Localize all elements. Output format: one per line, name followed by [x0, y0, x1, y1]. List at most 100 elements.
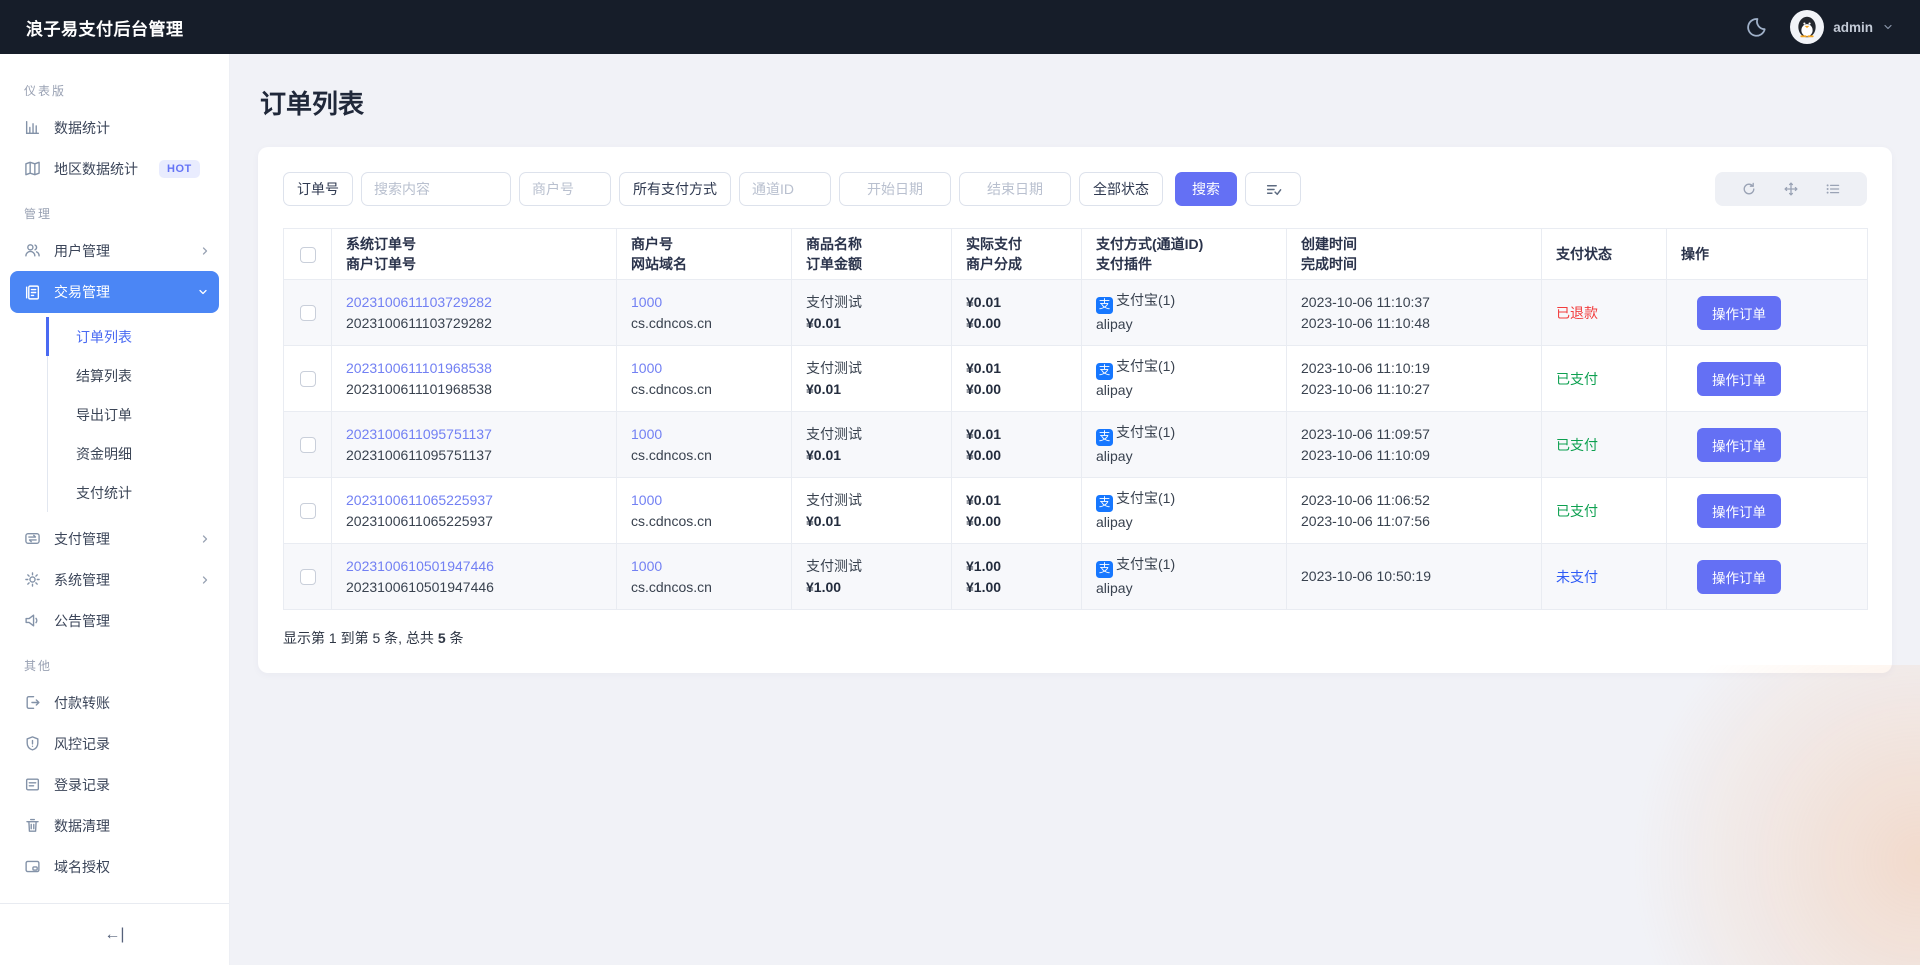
sidebar-item-payment-stats[interactable]: 支付统计 — [48, 473, 229, 512]
order-amount: ¥0.01 — [806, 446, 842, 463]
dark-mode-toggle[interactable] — [1746, 16, 1768, 38]
sidebar-item-label: 地区数据统计 — [54, 160, 138, 177]
sidebar-item-settlement-list[interactable]: 结算列表 — [48, 356, 229, 395]
filter-check-icon — [1265, 181, 1282, 198]
invoice-icon — [24, 284, 41, 301]
mch-order: 2023100611095751137 — [346, 446, 492, 463]
created-time: 2023-10-06 11:10:37 — [1301, 293, 1430, 310]
sidebar-item-data-stats[interactable]: 数据统计 — [0, 107, 229, 148]
sidebar-item-region-stats[interactable]: 地区数据统计 HOT — [0, 148, 229, 189]
sys-order-link[interactable]: 2023100611101968538 — [346, 358, 602, 379]
start-date-input[interactable] — [839, 172, 951, 206]
merchant-share: ¥0.00 — [966, 446, 1002, 463]
merchant-share: ¥0.00 — [966, 314, 1002, 331]
section-label-other: 其他 — [24, 659, 53, 673]
sidebar-item-login-records[interactable]: 登录记录 — [0, 764, 229, 805]
select-all-checkbox[interactable] — [299, 246, 316, 263]
table-row: 2023100611095751137 2023100611095751137 1… — [283, 411, 1868, 478]
row-checkbox[interactable] — [299, 437, 316, 454]
merchant-link[interactable]: 1000 — [631, 424, 777, 445]
search-input[interactable] — [361, 172, 511, 206]
order-field-select[interactable]: 订单号 — [283, 172, 353, 206]
merchant-link[interactable]: 1000 — [631, 358, 777, 379]
sidebar-item-label: 风控记录 — [54, 735, 110, 752]
sidebar: 仪表版 数据统计 地区数据统计 HOT 管理 用户管理 交易管理 订单列表 结算… — [0, 54, 230, 965]
collapse-icon: ←| — [104, 925, 125, 943]
hot-badge: HOT — [159, 159, 200, 178]
sidebar-item-transaction-management[interactable]: 交易管理 — [10, 271, 219, 313]
sidebar-item-payout-transfer[interactable]: 付款转账 — [0, 682, 229, 723]
pay-method: 支付宝(1) — [1116, 556, 1176, 572]
finished-time: 2023-10-06 11:10:48 — [1301, 314, 1430, 331]
pay-method: 支付宝(1) — [1116, 358, 1176, 374]
trash-icon — [24, 817, 41, 834]
mch-order: 2023100611103729282 — [346, 314, 492, 331]
fullscreen-button[interactable] — [1783, 181, 1799, 197]
status-badge: 已退款 — [1556, 304, 1598, 321]
merchant-link[interactable]: 1000 — [631, 292, 777, 313]
merchant-link[interactable]: 1000 — [631, 556, 777, 577]
sys-order-link[interactable]: 2023100611065225937 — [346, 490, 602, 511]
user-menu[interactable]: admin — [1790, 10, 1894, 44]
pay-method-select[interactable]: 所有支付方式 — [619, 172, 731, 206]
product-name: 支付测试 — [806, 293, 862, 310]
sys-order-link[interactable]: 2023100610501947446 — [346, 556, 602, 577]
columns-button[interactable] — [1825, 181, 1841, 197]
order-action-button[interactable]: 操作订单 — [1697, 427, 1781, 462]
column-header: 操作 — [1681, 246, 1709, 262]
sidebar-item-export-orders[interactable]: 导出订单 — [48, 395, 229, 434]
table-row: 2023100611103729282 2023100611103729282 1… — [283, 279, 1868, 346]
merchant-input[interactable] — [519, 172, 611, 206]
sidebar-item-user-management[interactable]: 用户管理 — [0, 230, 229, 271]
username: admin — [1833, 19, 1873, 35]
merchant-share: ¥0.00 — [966, 512, 1002, 529]
status-select[interactable]: 全部状态 — [1079, 172, 1163, 206]
order-action-button[interactable]: 操作订单 — [1697, 493, 1781, 528]
product-name: 支付测试 — [806, 359, 862, 376]
site-domain: cs.cdncos.cn — [631, 578, 712, 595]
pay-method: 支付宝(1) — [1116, 292, 1176, 308]
alipay-icon: 支 — [1096, 561, 1113, 578]
sidebar-item-domain-authorization[interactable]: 域名授权 — [0, 846, 229, 887]
sys-order-link[interactable]: 2023100611103729282 — [346, 292, 602, 313]
sidebar-item-label: 数据清理 — [54, 817, 110, 834]
sidebar-item-label: 公告管理 — [54, 612, 110, 629]
sidebar-item-order-list[interactable]: 订单列表 — [46, 317, 229, 356]
section-label-dashboard: 仪表版 — [24, 84, 67, 98]
sidebar-collapse-button[interactable]: ←| — [0, 903, 229, 965]
refresh-button[interactable] — [1741, 181, 1757, 197]
status-badge: 已支付 — [1556, 436, 1598, 453]
speaker-icon — [24, 612, 41, 629]
order-action-button[interactable]: 操作订单 — [1697, 361, 1781, 396]
row-checkbox[interactable] — [299, 305, 316, 322]
sidebar-item-announcement-management[interactable]: 公告管理 — [0, 600, 229, 641]
merchant-link[interactable]: 1000 — [631, 490, 777, 511]
product-name: 支付测试 — [806, 425, 862, 442]
channel-input[interactable] — [739, 172, 831, 206]
sidebar-item-system-management[interactable]: 系统管理 — [0, 559, 229, 600]
move-icon — [1783, 181, 1799, 197]
created-time: 2023-10-06 11:06:52 — [1301, 491, 1430, 508]
sys-order-link[interactable]: 2023100611095751137 — [346, 424, 602, 445]
column-header: 实际支付 — [966, 236, 1022, 252]
order-action-button[interactable]: 操作订单 — [1697, 559, 1781, 594]
sidebar-item-payment-management[interactable]: 支付管理 — [0, 518, 229, 559]
order-action-button[interactable]: 操作订单 — [1697, 295, 1781, 330]
orders-card: 订单号 所有支付方式 全部状态 搜索 — [258, 147, 1892, 673]
product-name: 支付测试 — [806, 557, 862, 574]
sidebar-item-risk-records[interactable]: 风控记录 — [0, 723, 229, 764]
row-checkbox[interactable] — [299, 371, 316, 388]
search-button[interactable]: 搜索 — [1175, 172, 1237, 206]
transaction-submenu: 订单列表 结算列表 导出订单 资金明细 支付统计 — [46, 317, 229, 512]
order-amount: ¥1.00 — [806, 578, 842, 595]
pay-plugin: alipay — [1096, 382, 1133, 398]
bar-chart-icon — [24, 119, 41, 136]
row-checkbox[interactable] — [299, 569, 316, 586]
sidebar-item-data-cleanup[interactable]: 数据清理 — [0, 805, 229, 846]
sidebar-item-label: 交易管理 — [54, 284, 110, 300]
end-date-input[interactable] — [959, 172, 1071, 206]
sidebar-item-fund-details[interactable]: 资金明细 — [48, 434, 229, 473]
column-filter-button[interactable] — [1245, 172, 1301, 206]
row-checkbox[interactable] — [299, 503, 316, 520]
shield-icon — [24, 735, 41, 752]
